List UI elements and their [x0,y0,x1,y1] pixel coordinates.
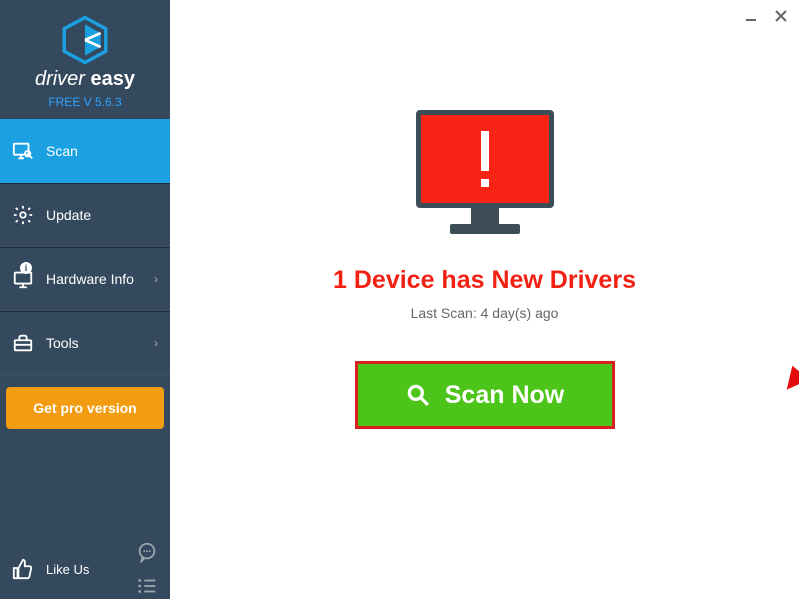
sidebar-item-label: Tools [46,335,79,351]
sidebar-item-label: Update [46,207,91,223]
version-label: FREE V 5.6.3 [48,95,121,109]
toolbox-icon [12,332,34,354]
logo-icon [59,14,111,66]
gear-icon [12,204,34,226]
exclamation-icon [477,131,493,187]
sidebar-item-label: Scan [46,143,78,159]
sidebar-footer: Like Us [0,539,170,599]
status-heading: 1 Device has New Drivers [333,266,636,295]
get-pro-button[interactable]: Get pro version [6,387,164,429]
pc-badge-icon: i [12,268,34,290]
get-pro-label: Get pro version [33,400,136,416]
thumbs-up-icon[interactable] [12,558,34,580]
sidebar-item-scan[interactable]: Scan [0,119,170,183]
sidebar: driver easy FREE V 5.6.3 Scan Update i H… [0,0,170,599]
minimize-button[interactable] [743,8,759,24]
feedback-icon[interactable] [136,541,158,563]
brand-name: driver easy [35,68,135,91]
sidebar-item-tools[interactable]: Tools › [0,311,170,375]
like-us-label[interactable]: Like Us [46,562,89,577]
sidebar-item-hardware-info[interactable]: i Hardware Info › [0,247,170,311]
info-badge-icon: i [20,262,32,274]
annotation-arrow [620,228,799,398]
spacer [0,429,170,539]
search-icon [405,382,431,408]
main-panel: 1 Device has New Drivers Last Scan: 4 da… [170,0,799,599]
list-icon[interactable] [136,575,158,597]
sidebar-item-update[interactable]: Update [0,183,170,247]
window-controls [743,8,789,24]
last-scan-label: Last Scan: 4 day(s) ago [411,305,559,321]
scan-now-button[interactable]: Scan Now [355,361,615,429]
scan-now-label: Scan Now [445,381,564,410]
monitor-alert-icon [416,110,554,238]
chevron-right-icon: › [154,336,158,350]
close-button[interactable] [773,8,789,24]
monitor-search-icon [12,140,34,162]
chevron-right-icon: › [154,272,158,286]
sidebar-item-label: Hardware Info [46,271,134,287]
logo-block: driver easy FREE V 5.6.3 [0,0,170,119]
